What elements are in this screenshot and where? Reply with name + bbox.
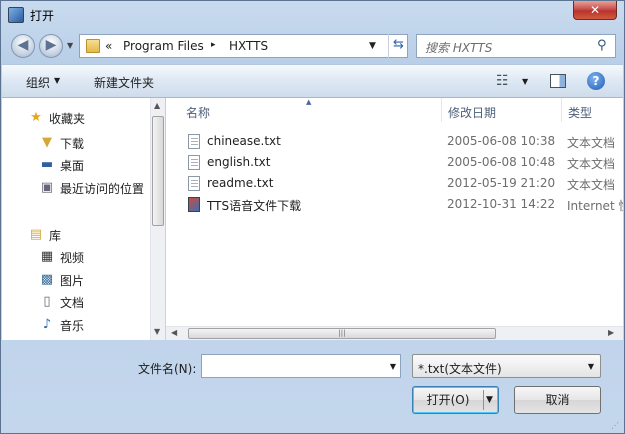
scrollbar-thumb[interactable]: ||| (188, 328, 496, 339)
toolbar: 组织 ▼ 新建文件夹 ☷ ▼ ? (2, 64, 623, 98)
preview-pane-icon[interactable] (550, 74, 566, 88)
file-name: english.txt (207, 155, 271, 169)
refresh-button[interactable]: ⇆ (388, 34, 408, 58)
file-list-pane: ▲ 名称 修改日期 类型 chinease.txt 2005-06-08 10:… (166, 98, 623, 340)
download-folder-icon: ▼ (42, 135, 52, 150)
file-date: 2005-06-08 10:48 (447, 155, 556, 169)
column-name-label: 名称 (186, 106, 211, 120)
nav-item-label: 音乐 (60, 319, 85, 333)
filename-label: 文件名(N): (138, 362, 197, 376)
column-header-date[interactable]: 修改日期 (442, 98, 562, 122)
resize-grip-icon[interactable]: ⋰ (611, 421, 619, 430)
folder-icon (86, 39, 100, 53)
view-options-dropdown-icon[interactable]: ▼ (522, 77, 528, 86)
file-name: TTS语音文件下载 (207, 199, 302, 213)
desktop-icon: ▬ (40, 157, 54, 172)
recent-pages-dropdown[interactable]: ▼ (67, 41, 73, 50)
star-icon: ★ (30, 110, 42, 125)
column-header-type[interactable]: 类型 (562, 98, 623, 122)
open-options-dropdown-icon[interactable]: ▼ (486, 387, 493, 413)
refresh-icon: ⇆ (393, 37, 404, 52)
search-icon[interactable]: ⚲ (597, 38, 607, 53)
file-row[interactable]: english.txt 2005-06-08 10:48 文本文档 (166, 152, 623, 173)
change-view-icon[interactable]: ☷ (496, 73, 509, 89)
filename-input[interactable]: ▼ (201, 354, 401, 378)
filename-dropdown-icon[interactable]: ▼ (390, 362, 396, 371)
nav-vertical-scrollbar[interactable]: ▲ ▼ (150, 98, 165, 340)
file-type: Internet 快 (567, 199, 623, 213)
file-date: 2005-06-08 10:38 (447, 134, 556, 148)
file-name: chinease.txt (207, 134, 281, 148)
arrow-right-icon: ▶ (45, 37, 57, 53)
nav-item-label: 图片 (60, 274, 85, 288)
cancel-button[interactable]: 取消 (514, 386, 601, 414)
text-file-icon (188, 176, 200, 191)
library-icon: ▤ (29, 227, 43, 242)
search-input[interactable]: 搜索 HXTTS ⚲ (416, 34, 616, 58)
file-type: 文本文档 (567, 136, 616, 150)
scrollbar-thumb[interactable] (152, 116, 164, 226)
text-file-icon (188, 155, 200, 170)
scroll-right-icon[interactable]: ▶ (608, 328, 614, 337)
title-bar[interactable]: 打开 ✕ (1, 1, 624, 29)
window-title: 打开 (30, 9, 55, 23)
arrow-left-icon: ◀ (17, 37, 29, 53)
address-dropdown-icon[interactable]: ▼ (369, 41, 376, 51)
nav-item-label: 桌面 (60, 159, 85, 173)
file-name: readme.txt (207, 176, 274, 190)
column-header-name[interactable]: 名称 (166, 98, 442, 122)
split-divider (483, 390, 484, 410)
organize-button[interactable]: 组织 (26, 74, 50, 91)
text-file-icon (188, 134, 200, 149)
scroll-left-icon[interactable]: ◀ (171, 328, 177, 337)
file-horizontal-scrollbar[interactable]: ◀ ||| ▶ (166, 326, 623, 340)
open-file-dialog: 打开 ✕ ◀ ▶ ▼ « Program Files ▸ HXTTS ▼ ⇆ 搜… (0, 0, 625, 434)
address-bar[interactable]: « Program Files ▸ HXTTS ▼ ⇆ (79, 34, 408, 58)
nav-libraries-label: 库 (49, 229, 62, 243)
nav-favorites-label: 收藏夹 (49, 112, 86, 126)
scroll-up-icon[interactable]: ▲ (154, 101, 160, 110)
column-type-label: 类型 (568, 106, 593, 120)
breadcrumb-program-files[interactable]: Program Files (123, 39, 204, 53)
open-button[interactable]: 打开(O) ▼ (412, 386, 499, 414)
file-date: 2012-10-31 14:22 (447, 197, 556, 211)
nav-item-label: 下载 (60, 137, 85, 151)
recent-places-icon: ▣ (40, 180, 54, 195)
column-date-label: 修改日期 (448, 106, 497, 120)
scroll-down-icon[interactable]: ▼ (154, 327, 160, 336)
nav-item-label: 视频 (60, 251, 85, 265)
picture-icon: ▩ (40, 272, 54, 287)
file-type: 文本文档 (567, 178, 616, 192)
close-button[interactable]: ✕ (573, 1, 617, 20)
file-type-value: *.txt(文本文件) (418, 362, 502, 376)
new-folder-button[interactable]: 新建文件夹 (94, 74, 154, 91)
navigation-pane: ★ 收藏夹 ▼ 下载 ▬ 桌面 ▣ 最近访问的位置 ▤ 库 ▦ 视频 ▩ 图片 … (2, 98, 165, 340)
music-icon: ♪ (42, 317, 52, 332)
help-icon[interactable]: ? (587, 72, 605, 90)
forward-button[interactable]: ▶ (39, 34, 63, 58)
organize-dropdown-icon[interactable]: ▼ (54, 76, 60, 85)
file-type-dropdown-icon[interactable]: ▼ (588, 362, 594, 371)
file-date: 2012-05-19 21:20 (447, 176, 556, 190)
file-row[interactable]: chinease.txt 2005-06-08 10:38 文本文档 (166, 131, 623, 152)
document-icon: ▯ (43, 294, 51, 309)
breadcrumb-separator-icon[interactable]: ▸ (211, 40, 216, 50)
app-icon (8, 7, 24, 23)
nav-item-label: 文档 (60, 296, 85, 310)
search-placeholder: 搜索 HXTTS (425, 41, 493, 55)
open-button-label: 打开(O) (426, 393, 470, 407)
file-type-select[interactable]: *.txt(文本文件) ▼ (412, 354, 601, 378)
breadcrumb-overflow[interactable]: « (105, 39, 112, 53)
file-row[interactable]: readme.txt 2012-05-19 21:20 文本文档 (166, 173, 623, 194)
nav-item-label: 最近访问的位置 (60, 182, 145, 196)
file-row[interactable]: TTS语音文件下载 2012-10-31 14:22 Internet 快 (166, 194, 623, 215)
file-type: 文本文档 (567, 157, 616, 171)
internet-shortcut-icon (188, 197, 200, 212)
video-icon: ▦ (40, 249, 54, 264)
back-button[interactable]: ◀ (11, 34, 35, 58)
breadcrumb-hxtts[interactable]: HXTTS (229, 39, 268, 53)
